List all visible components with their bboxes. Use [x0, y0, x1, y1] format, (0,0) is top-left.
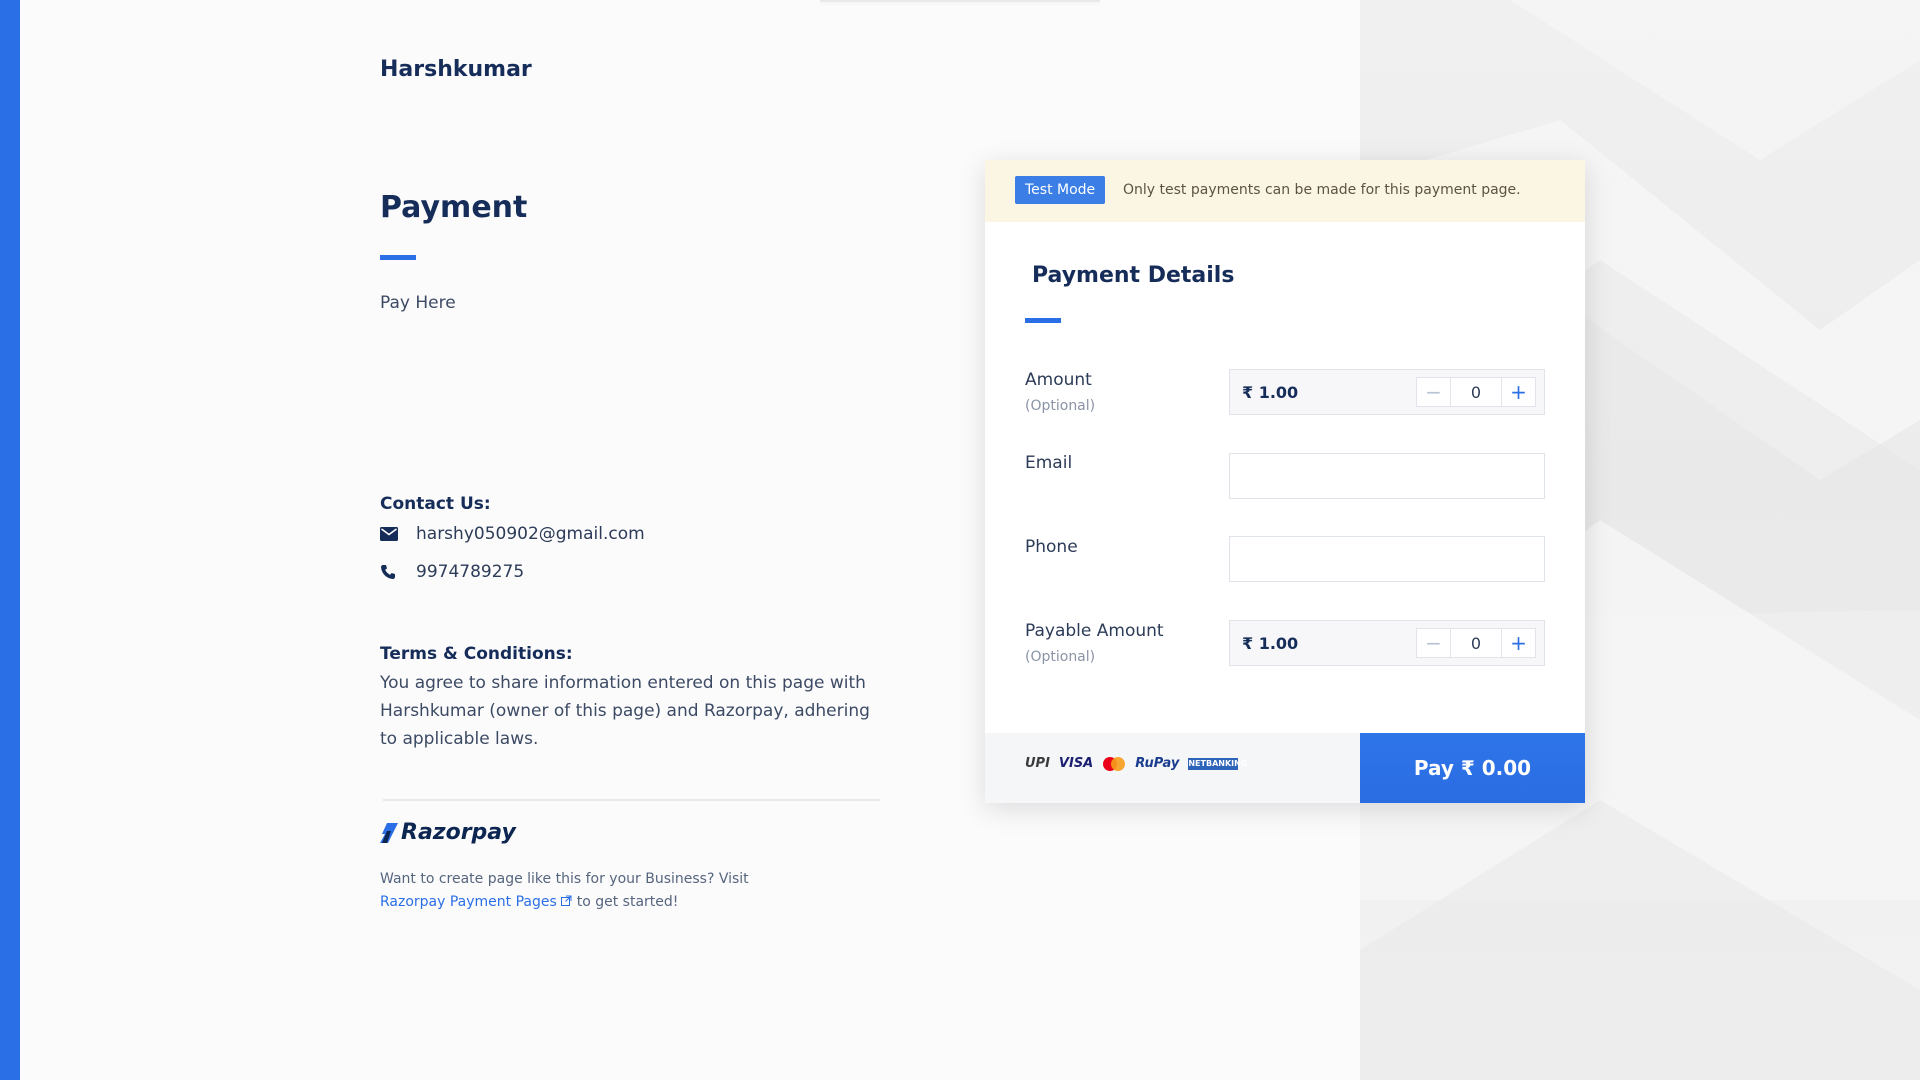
razorpay-logo-icon — [380, 822, 398, 843]
promo-text: Want to create page like this for your B… — [380, 868, 800, 914]
terms-text: You agree to share information entered o… — [380, 673, 870, 749]
contact-email-row: harshy050902@gmail.com — [380, 524, 645, 544]
payment-card: Test Mode Only test payments can be made… — [985, 160, 1585, 803]
promo-link-text: Razorpay Payment Pages — [380, 894, 557, 910]
payment-methods: UPI VISA RuPay NETBANKING — [1025, 756, 1248, 771]
amount-optional-label: (Optional) — [1025, 398, 1096, 414]
email-label: Email — [1025, 453, 1073, 473]
phone-label: Phone — [1025, 537, 1078, 557]
phone-icon — [380, 564, 416, 580]
amount-decrement-button[interactable]: − — [1417, 378, 1451, 406]
rupay-logo: RuPay — [1135, 756, 1180, 771]
test-mode-message: Only test payments can be made for this … — [1123, 182, 1521, 198]
contact-phone[interactable]: 9974789275 — [416, 562, 524, 582]
promo-suffix: to get started! — [576, 894, 679, 910]
amount-label: Amount — [1025, 370, 1092, 390]
payable-increment-button[interactable]: + — [1501, 629, 1535, 657]
contact-phone-row: 9974789275 — [380, 562, 524, 582]
title-underline — [380, 255, 416, 260]
visa-logo: VISA — [1058, 756, 1094, 771]
razorpay-logo: Razorpay — [380, 820, 516, 845]
contact-email[interactable]: harshy050902@gmail.com — [416, 524, 645, 544]
payable-amount-value: ₹ 1.00 — [1242, 634, 1299, 653]
amount-quantity[interactable]: 0 — [1451, 378, 1501, 406]
contact-heading: Contact Us: — [380, 494, 491, 514]
terms-heading: Terms & Conditions: — [380, 644, 573, 664]
test-mode-banner: Test Mode Only test payments can be made… — [985, 160, 1585, 222]
razorpay-payment-pages-link[interactable]: Razorpay Payment Pages — [380, 894, 577, 910]
payable-decrement-button[interactable]: − — [1417, 629, 1451, 657]
amount-increment-button[interactable]: + — [1501, 378, 1535, 406]
amount-quantity-stepper: − 0 + — [1416, 377, 1536, 407]
payment-details-title: Payment Details — [1032, 263, 1235, 288]
email-field[interactable] — [1229, 453, 1545, 499]
payable-amount-label: Payable Amount — [1025, 621, 1164, 641]
phone-field[interactable] — [1229, 536, 1545, 582]
upi-logo: UPI — [1025, 756, 1050, 771]
card-footer: UPI VISA RuPay NETBANKING Pay ₹ 0.00 — [985, 733, 1585, 803]
page-title: Payment — [380, 190, 528, 225]
left-accent-strip — [0, 0, 20, 1080]
merchant-name: Harshkumar — [380, 57, 532, 82]
payment-details-underline — [1025, 318, 1061, 323]
divider — [383, 799, 880, 801]
top-edge-shadow — [820, 0, 1100, 2]
pay-button[interactable]: Pay ₹ 0.00 — [1360, 733, 1585, 803]
mastercard-logo — [1102, 756, 1126, 771]
payable-amount-optional-label: (Optional) — [1025, 649, 1096, 665]
payable-quantity-stepper: − 0 + — [1416, 628, 1536, 658]
page-description: Pay Here — [380, 293, 456, 313]
payable-quantity[interactable]: 0 — [1451, 629, 1501, 657]
mail-icon — [380, 527, 416, 541]
payable-amount-field[interactable]: ₹ 1.00 − 0 + — [1229, 620, 1545, 666]
netbanking-logo: NETBANKING — [1188, 757, 1248, 770]
external-link-icon — [561, 895, 572, 906]
razorpay-logo-text: Razorpay — [401, 820, 516, 845]
test-mode-badge: Test Mode — [1015, 176, 1106, 204]
amount-field[interactable]: ₹ 1.00 − 0 + — [1229, 369, 1545, 415]
amount-value: ₹ 1.00 — [1242, 383, 1299, 402]
promo-lead: Want to create page like this for your B… — [380, 871, 749, 887]
